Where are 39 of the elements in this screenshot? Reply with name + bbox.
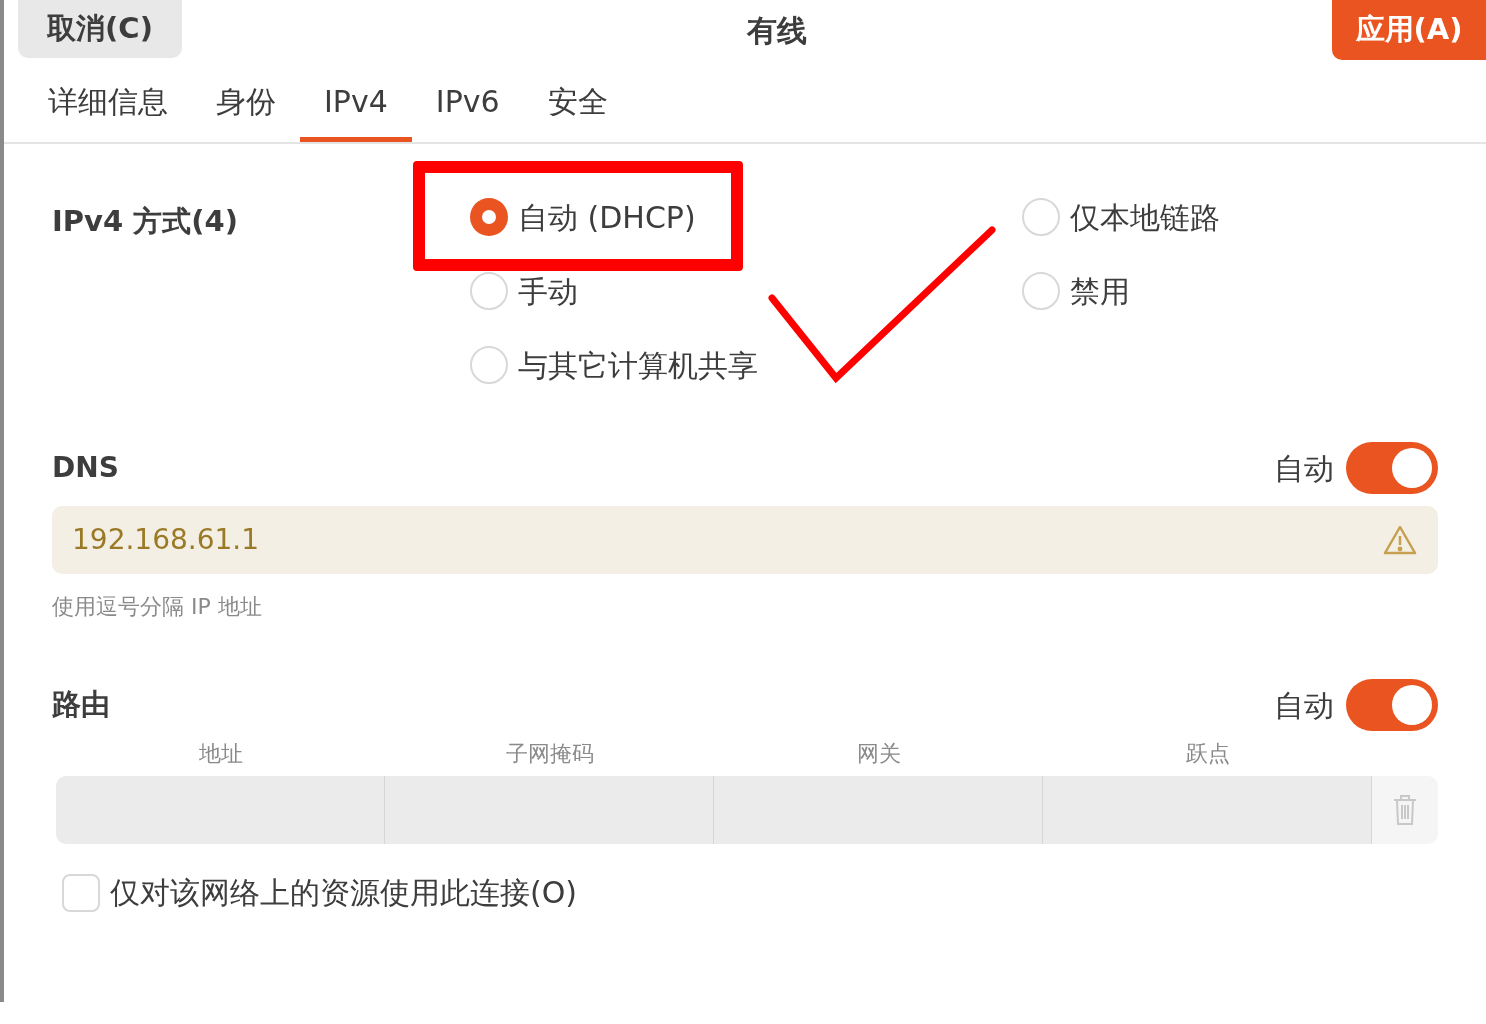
checkbox-label: 仅对该网络上的资源使用此连接(O): [110, 874, 578, 912]
radio-button[interactable]: [1022, 198, 1060, 236]
dns-hint: 使用逗号分隔 IP 地址: [52, 593, 263, 621]
radio-button[interactable]: [470, 198, 508, 236]
route-field[interactable]: [1043, 776, 1372, 844]
auto-label: 自动: [1274, 686, 1334, 725]
tab[interactable]: IPv6: [411, 66, 524, 142]
delete-button[interactable]: [1372, 776, 1438, 844]
checkbox[interactable]: [62, 873, 100, 912]
window-title: 有线: [747, 12, 807, 50]
tab[interactable]: IPv4: [300, 66, 412, 142]
column-header: 跃点: [1185, 740, 1230, 768]
auto-switch[interactable]: [1346, 679, 1438, 731]
radio-label: 与其它计算机共享: [518, 346, 758, 385]
radio-button[interactable]: [470, 272, 508, 310]
column-header: 子网掩码: [505, 740, 594, 768]
tab[interactable]: 详细信息: [24, 66, 192, 142]
routes-title: 路由: [52, 686, 110, 724]
trash-icon: [1392, 794, 1418, 826]
radio-label: 禁用: [1070, 272, 1130, 311]
route-field[interactable]: [714, 776, 1043, 844]
cancel-button[interactable]: 取消(C): [18, 0, 182, 58]
tab[interactable]: 安全: [523, 66, 632, 142]
auto-switch[interactable]: [1346, 442, 1438, 494]
radio-label: 自动 (DHCP): [518, 198, 696, 237]
column-header: 网关: [856, 740, 901, 768]
route-field[interactable]: [56, 776, 385, 844]
radio-button[interactable]: [1022, 272, 1060, 310]
method-label: IPv4 方式(4): [52, 204, 238, 238]
radio-label: 仅本地链路: [1070, 198, 1220, 237]
route-field[interactable]: [385, 776, 714, 844]
auto-label: 自动: [1274, 449, 1334, 488]
column-header: 地址: [198, 740, 243, 768]
tab[interactable]: 身份: [192, 66, 300, 142]
radio-button[interactable]: [470, 346, 508, 384]
dns-title: DNS: [52, 450, 119, 486]
apply-button[interactable]: 应用(A): [1332, 0, 1486, 60]
dns-field[interactable]: 192.168.61.1: [52, 506, 1438, 574]
radio-label: 手动: [518, 272, 578, 311]
